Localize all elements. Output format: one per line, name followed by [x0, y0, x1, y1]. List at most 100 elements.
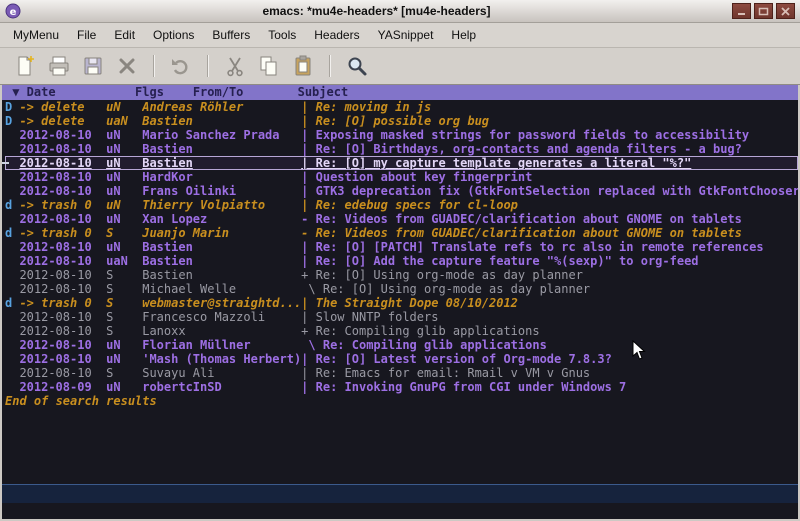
message-subject: + Re: [O] Using org-mode as day planner	[301, 268, 798, 282]
mark-char: d	[5, 226, 19, 240]
message-date: -> delete	[19, 100, 106, 114]
message-date: 2012-08-10	[19, 254, 106, 268]
new-file-button[interactable]	[10, 51, 40, 81]
emacs-app-icon[interactable]: e	[5, 3, 21, 19]
message-subject: | Re: [O] Add the capture feature "%(sex…	[301, 254, 798, 268]
toolbar-separator	[207, 55, 209, 77]
message-from: Suvayu Ali	[142, 366, 301, 380]
message-flags: S	[106, 282, 142, 296]
minimize-icon	[736, 7, 747, 16]
search-button[interactable]	[342, 51, 372, 81]
message-flags: uN	[106, 198, 142, 212]
copy-button[interactable]	[254, 51, 284, 81]
mark-char	[5, 310, 19, 324]
menu-item[interactable]: YASnippet	[369, 25, 443, 45]
message-row[interactable]: 2012-08-10 uN Mario Sanchez Prada | Expo…	[5, 128, 798, 142]
message-row[interactable]: 2012-08-10 S Francesco Mazzoli | Slow NN…	[5, 310, 798, 324]
message-row[interactable]: d -> trash 0 S Juanjo Marin - Re: Videos…	[5, 226, 798, 240]
message-date: 2012-08-10	[19, 170, 106, 184]
save-icon	[81, 54, 105, 78]
message-from: Bastien	[142, 156, 301, 170]
message-row[interactable]: 2012-08-10 S Lanoxx + Re: Compiling glib…	[5, 324, 798, 338]
message-flags: S	[106, 296, 142, 310]
menu-item[interactable]: Headers	[305, 25, 368, 45]
message-row[interactable]: 2012-08-10 uN Florian Müllner \ Re: Comp…	[5, 338, 798, 352]
message-date: 2012-08-10	[19, 310, 106, 324]
column-header-from[interactable]: From/To	[193, 85, 244, 100]
menu-item[interactable]: Edit	[105, 25, 144, 45]
message-row[interactable]: 2012-08-10 S Michael Welle \ Re: [O] Usi…	[5, 282, 798, 296]
titlebar[interactable]: e emacs: *mu4e-headers* [mu4e-headers]	[0, 0, 800, 23]
message-date: 2012-08-10	[19, 352, 106, 366]
message-subject: \ Re: Compiling glib applications	[301, 338, 798, 352]
message-flags: S	[106, 366, 142, 380]
message-date: -> trash 0	[19, 296, 106, 310]
message-subject: | Re: Emacs for email: Rmail v VM v Gnus	[301, 366, 798, 380]
message-date: 2012-08-10	[19, 142, 106, 156]
minibuffer[interactable]	[2, 503, 798, 519]
minimize-button[interactable]	[732, 3, 751, 19]
mark-char	[5, 240, 19, 254]
message-row[interactable]: 2012-08-10 uN Bastien | Re: [O] [PATCH] …	[5, 240, 798, 254]
message-from: Frans Oilinki	[142, 184, 301, 198]
message-from: webmaster@straightd...	[142, 296, 301, 310]
message-date: -> delete	[19, 114, 106, 128]
cut-icon	[223, 54, 247, 78]
message-row[interactable]: d -> trash 0 S webmaster@straightd... | …	[5, 296, 798, 310]
menu-item[interactable]: File	[68, 25, 105, 45]
message-row[interactable]: 2012-08-10 uN Bastien | Re: [O] my captu…	[5, 156, 798, 170]
message-flags: uN	[106, 338, 142, 352]
paste-icon	[291, 54, 315, 78]
mark-char: D	[5, 114, 19, 128]
message-row[interactable]: 2012-08-10 uN 'Mash (Thomas Herbert) | R…	[5, 352, 798, 366]
message-from: Bastien	[142, 240, 301, 254]
cut-button[interactable]	[220, 51, 250, 81]
mark-char	[5, 142, 19, 156]
message-row[interactable]: 2012-08-10 S Bastien + Re: [O] Using org…	[5, 268, 798, 282]
message-from: Bastien	[142, 254, 301, 268]
message-from: Florian Müllner	[142, 338, 301, 352]
mark-char	[5, 212, 19, 226]
message-flags: uN	[106, 184, 142, 198]
menu-item[interactable]: Tools	[259, 25, 305, 45]
column-header-flags[interactable]: Flgs	[135, 85, 164, 100]
mark-char	[5, 366, 19, 380]
window-title: emacs: *mu4e-headers* [mu4e-headers]	[25, 4, 728, 18]
message-subject: | Question about key fingerprint	[301, 170, 798, 184]
message-row[interactable]: d -> trash 0 uN Thierry Volpiatto | Re: …	[5, 198, 798, 212]
message-date: -> trash 0	[19, 198, 106, 212]
message-flags: uaN	[106, 114, 142, 128]
svg-text:e: e	[10, 7, 17, 18]
message-row[interactable]: D -> delete uN Andreas Röhler | Re: movi…	[5, 100, 798, 114]
close-buffer-button[interactable]	[112, 51, 142, 81]
undo-button[interactable]	[166, 51, 196, 81]
message-flags: uN	[106, 100, 142, 114]
message-row[interactable]: 2012-08-10 uaN Bastien | Re: [O] Add the…	[5, 254, 798, 268]
menu-item[interactable]: Help	[442, 25, 485, 45]
message-subject: | GTK3 deprecation fix (GtkFontSelection…	[301, 184, 798, 198]
maximize-button[interactable]	[754, 3, 773, 19]
paste-button[interactable]	[288, 51, 318, 81]
print-button[interactable]	[44, 51, 74, 81]
toolbar-separator	[329, 55, 331, 77]
message-from: robertcInSD	[142, 380, 301, 394]
close-button[interactable]	[776, 3, 795, 19]
menu-item[interactable]: Options	[144, 25, 203, 45]
message-from: Michael Welle	[142, 282, 301, 296]
message-row[interactable]: 2012-08-09 uN robertcInSD | Re: Invoking…	[5, 380, 798, 394]
menu-item[interactable]: Buffers	[203, 25, 259, 45]
message-row[interactable]: 2012-08-10 S Suvayu Ali | Re: Emacs for …	[5, 366, 798, 380]
message-row[interactable]: 2012-08-10 uN Bastien | Re: [O] Birthday…	[5, 142, 798, 156]
message-row[interactable]: 2012-08-10 uN Xan Lopez - Re: Videos fro…	[5, 212, 798, 226]
message-row[interactable]: 2012-08-10 uN HardKor | Question about k…	[5, 170, 798, 184]
message-row[interactable]: 2012-08-10 uN Frans Oilinki | GTK3 depre…	[5, 184, 798, 198]
message-subject: - Re: Videos from GUADEC/clarification a…	[301, 212, 798, 226]
message-date: 2012-08-09	[19, 380, 106, 394]
mark-char	[5, 184, 19, 198]
save-button[interactable]	[78, 51, 108, 81]
message-flags: S	[106, 226, 142, 240]
column-header-date[interactable]: ▼ Date	[12, 85, 55, 100]
column-header-subject[interactable]: Subject	[298, 85, 349, 100]
menu-item[interactable]: MyMenu	[4, 25, 68, 45]
message-row[interactable]: D -> delete uaN Bastien | Re: [O] possib…	[5, 114, 798, 128]
